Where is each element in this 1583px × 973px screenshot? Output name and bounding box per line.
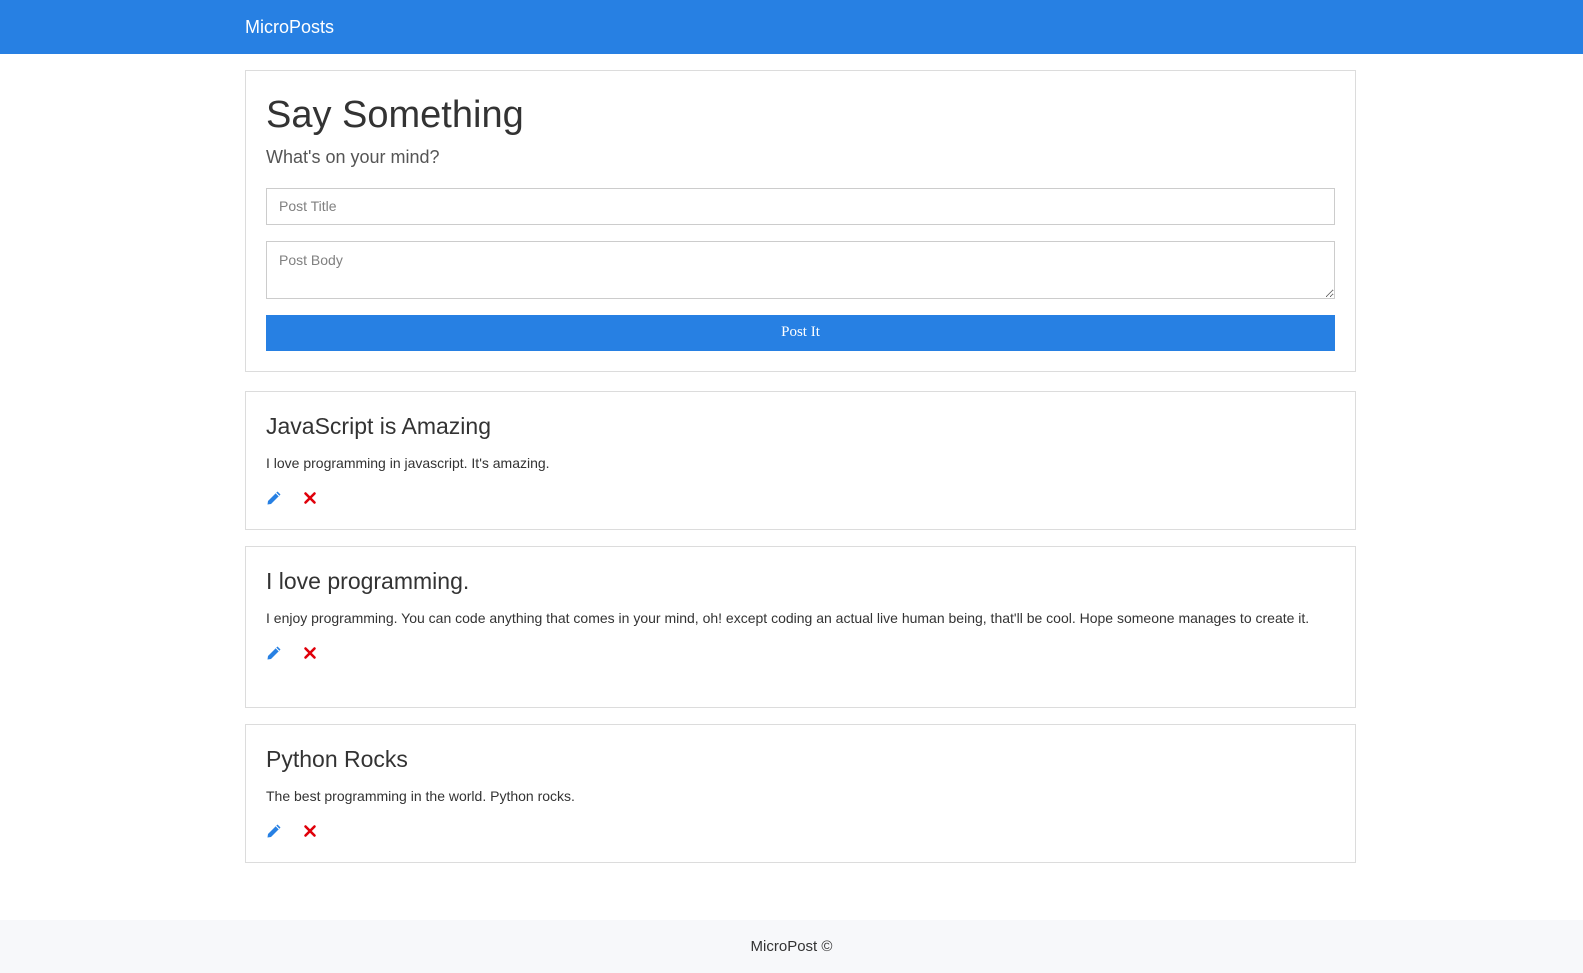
- pencil-icon[interactable]: [266, 645, 282, 661]
- pencil-icon[interactable]: [266, 823, 282, 839]
- post-card: Python Rocks The best programming in the…: [245, 724, 1356, 863]
- post-title: JavaScript is Amazing: [266, 413, 491, 439]
- pencil-icon[interactable]: [266, 490, 282, 506]
- footer-text: MicroPost ©: [750, 938, 833, 955]
- post-body-input[interactable]: [266, 240, 1335, 299]
- post-body: I love programming in javascript. It's a…: [266, 454, 550, 471]
- post-body: I enjoy programming. You can code anythi…: [266, 609, 1310, 626]
- post-actions: [266, 490, 1335, 506]
- navbar: MicroPosts: [0, 0, 1583, 54]
- post-card: JavaScript is Amazing I love programming…: [245, 391, 1356, 530]
- brand-link[interactable]: MicroPosts: [245, 17, 334, 38]
- remove-icon[interactable]: [302, 823, 318, 839]
- post-actions: [266, 823, 1335, 839]
- post-actions: [266, 645, 1335, 661]
- post-card: I love programming. I enjoy programming.…: [245, 546, 1356, 708]
- footer: MicroPost ©: [0, 920, 1583, 973]
- post-title: I love programming.: [266, 568, 470, 594]
- form-heading: Say Something: [266, 94, 524, 136]
- post-title: Python Rocks: [266, 746, 408, 772]
- remove-icon[interactable]: [302, 490, 318, 506]
- remove-icon[interactable]: [302, 645, 318, 661]
- form-subheading: What's on your mind?: [266, 146, 440, 167]
- post-it-button[interactable]: Post It: [266, 314, 1335, 351]
- post-body: The best programming in the world. Pytho…: [266, 787, 575, 804]
- post-form-card: Say Something What's on your mind? Post …: [245, 70, 1356, 372]
- post-title-input[interactable]: [266, 187, 1335, 225]
